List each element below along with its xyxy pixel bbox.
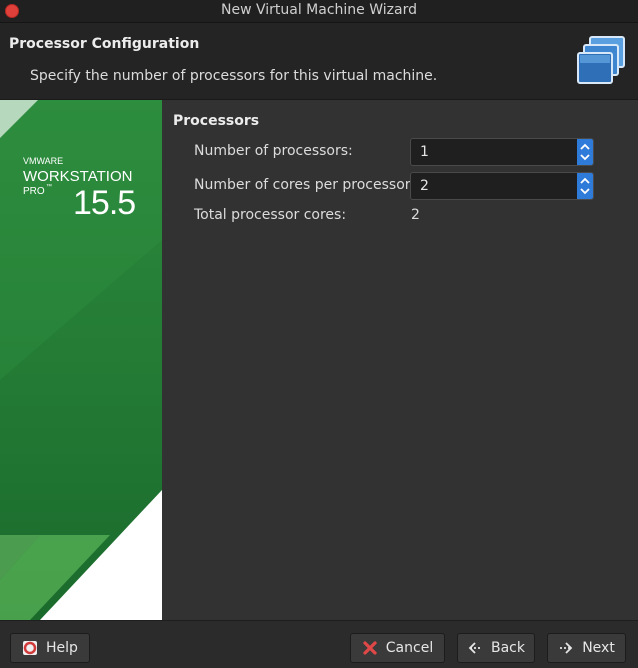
num-processors-spinbox[interactable]: 1	[410, 138, 594, 166]
page-subtitle: Specify the number of processors for thi…	[30, 68, 438, 84]
product-line2: PRO	[23, 186, 45, 197]
cores-per-processor-spinbox[interactable]: 2	[410, 172, 594, 200]
cores-per-processor-value: 2	[420, 178, 429, 194]
product-line1: WORKSTATION	[23, 168, 132, 185]
cancel-label: Cancel	[385, 640, 434, 656]
back-button[interactable]: Back	[457, 633, 535, 663]
arrow-right-icon	[560, 642, 573, 654]
cores-per-processor-stepper[interactable]	[577, 173, 593, 199]
next-label: Next	[582, 640, 615, 656]
num-processors-label: Number of processors:	[194, 143, 353, 159]
window-title: New Virtual Machine Wizard	[221, 2, 417, 18]
banner-graphic: VMWARE WORKSTATION PRO ™ 15.5	[0, 100, 162, 620]
version-text: 15.5	[73, 184, 135, 222]
processor-config-panel: Processors Number of processors: 1 Numbe…	[162, 100, 638, 620]
wizard-header: Processor Configuration Specify the numb…	[0, 23, 638, 100]
vm-stack-icon	[577, 36, 625, 84]
up-down-arrows-icon	[580, 177, 590, 195]
product-banner: VMWARE WORKSTATION PRO ™ 15.5	[0, 100, 162, 620]
total-cores-label: Total processor cores:	[194, 207, 347, 223]
trademark-mark: ™	[46, 183, 52, 190]
arrow-left-icon	[468, 642, 481, 654]
cancel-button[interactable]: Cancel	[350, 633, 445, 663]
help-button[interactable]: Help	[10, 633, 90, 663]
next-button[interactable]: Next	[547, 633, 626, 663]
title-bar: New Virtual Machine Wizard	[0, 0, 638, 23]
wizard-footer: Help Cancel Back Next	[0, 620, 638, 668]
cancel-x-icon	[363, 641, 377, 655]
brand-text: VMWARE	[23, 156, 63, 166]
num-processors-stepper[interactable]	[577, 139, 593, 165]
help-label: Help	[46, 640, 78, 656]
up-down-arrows-icon	[580, 143, 590, 161]
total-cores-value: 2	[411, 207, 420, 223]
num-processors-value: 1	[420, 144, 429, 160]
section-title: Processors	[173, 113, 260, 129]
page-title: Processor Configuration	[9, 36, 200, 52]
help-lifebuoy-icon	[23, 641, 38, 655]
cores-per-processor-label: Number of cores per processor:	[194, 177, 415, 193]
back-label: Back	[491, 640, 525, 656]
